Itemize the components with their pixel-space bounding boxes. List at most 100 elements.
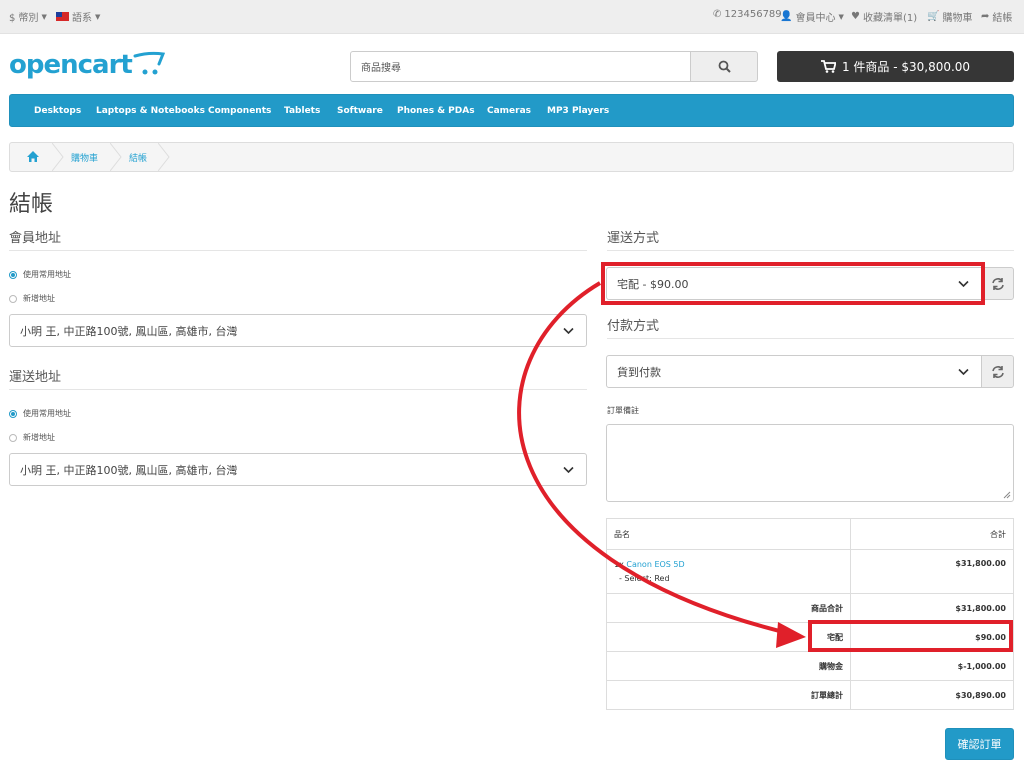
radio-unchecked[interactable]: [9, 294, 17, 303]
account-label: 會員中心: [795, 13, 836, 24]
subtotal-value: $31,800.00: [850, 593, 1014, 623]
nav-item-mp3[interactable]: MP3 Players: [547, 106, 609, 116]
breadcrumb-separator: [158, 143, 170, 171]
table-row: 購物金 $-1,000.00: [606, 651, 1014, 681]
option-label: 使用常用地址: [23, 270, 71, 279]
chevron-down-icon: [563, 466, 574, 474]
option-label: 使用常用地址: [23, 409, 71, 418]
table-header-product: 品名: [606, 518, 851, 550]
payment-method-refresh-button[interactable]: [981, 355, 1014, 388]
table-row: 1x Canon EOS 5D - Select: Red $31,800.00: [606, 549, 1014, 594]
caret-down-icon: ▼: [838, 12, 844, 21]
currency-label: $ 幣別: [9, 13, 39, 24]
order-comment-label: 訂單備註: [607, 406, 639, 415]
phone-icon: ✆: [713, 9, 722, 20]
divider: [607, 250, 1014, 251]
chevron-down-icon: [958, 368, 969, 376]
shipping-address-existing-option[interactable]: 使用常用地址: [9, 408, 71, 419]
nav-item-desktops[interactable]: Desktops: [34, 106, 81, 116]
divider: [607, 338, 1014, 339]
cart-link[interactable]: 🛒 購物車: [927, 9, 972, 24]
search-placeholder: 商品搜尋: [361, 63, 401, 74]
refresh-icon: [991, 277, 1004, 290]
credit-value: $-1,000.00: [850, 651, 1014, 681]
product-qty: 1x: [614, 559, 624, 569]
breadcrumb-separator: [110, 143, 122, 171]
search-button[interactable]: [690, 51, 758, 82]
select-value: 小明 王, 中正路100號, 鳳山區, 高雄市, 台灣: [20, 324, 238, 338]
radio-unchecked[interactable]: [9, 433, 17, 442]
logo-cart-icon: [133, 51, 165, 75]
breadcrumb-checkout[interactable]: 結帳: [129, 151, 147, 164]
divider: [9, 389, 587, 390]
heart-icon: ♥: [851, 11, 860, 22]
subtotal-label: 商品合計: [606, 593, 851, 623]
radio-checked[interactable]: [9, 270, 17, 279]
grand-total-label: 訂單總計: [606, 680, 851, 710]
product-cell: 1x Canon EOS 5D - Select: Red: [606, 549, 851, 594]
nav-item-tablets[interactable]: Tablets: [284, 106, 320, 116]
home-icon[interactable]: [26, 150, 40, 163]
select-value: 小明 王, 中正路100號, 鳳山區, 高雄市, 台灣: [20, 463, 238, 477]
divider: [9, 250, 587, 251]
table-row: 訂單總計 $30,890.00: [606, 680, 1014, 710]
page-title: 結帳: [9, 192, 54, 217]
product-link[interactable]: Canon EOS 5D: [626, 560, 684, 569]
payment-address-existing-option[interactable]: 使用常用地址: [9, 269, 71, 280]
select-value: 貨到付款: [617, 365, 661, 379]
credit-label: 購物金: [606, 651, 851, 681]
share-icon: ➦: [981, 11, 990, 22]
grand-total-value: $30,890.00: [850, 680, 1014, 710]
confirm-order-button[interactable]: 確認訂單: [945, 728, 1014, 760]
table-header-total: 合計: [850, 518, 1014, 550]
table-row: 商品合計 $31,800.00: [606, 593, 1014, 623]
language-dropdown[interactable]: 語系 ▼: [56, 9, 100, 24]
shipping-address-new-option[interactable]: 新增地址: [9, 432, 55, 443]
product-total: $31,800.00: [850, 549, 1014, 594]
nav-item-phones[interactable]: Phones & PDAs: [397, 106, 475, 116]
shipping-address-title: 運送地址: [9, 370, 62, 385]
user-icon: 👤: [780, 11, 793, 22]
payment-address-title: 會員地址: [9, 231, 62, 246]
product-option: - Select: Red: [619, 573, 670, 583]
resize-handle-icon[interactable]: [1003, 491, 1011, 499]
currency-dropdown[interactable]: $ 幣別 ▼: [9, 9, 47, 25]
checkout-label: 結帳: [992, 13, 1013, 24]
logo[interactable]: opencart: [9, 50, 133, 80]
payment-address-select[interactable]: 小明 王, 中正路100號, 鳳山區, 高雄市, 台灣: [9, 314, 587, 347]
caret-down-icon: ▼: [41, 12, 47, 21]
phone-number: 123456789: [724, 9, 782, 20]
search-icon: [718, 60, 731, 73]
annotation-highlight-shipping-total: [808, 620, 1013, 652]
order-comment-textarea[interactable]: [606, 424, 1014, 502]
breadcrumb-cart[interactable]: 購物車: [71, 151, 98, 164]
shipping-method-refresh-button[interactable]: [981, 267, 1014, 300]
nav-item-cameras[interactable]: Cameras: [487, 106, 531, 116]
checkout-link[interactable]: ➦ 結帳: [981, 9, 1012, 24]
shipping-address-select[interactable]: 小明 王, 中正路100號, 鳳山區, 高雄市, 台灣: [9, 453, 587, 486]
wishlist-link[interactable]: ♥ 收藏清單(1): [851, 9, 917, 24]
annotation-highlight-shipping-method: [601, 262, 985, 305]
nav-item-laptops[interactable]: Laptops & Notebooks: [96, 106, 205, 116]
account-dropdown[interactable]: 👤 會員中心 ▼: [780, 9, 844, 24]
breadcrumb: 購物車 結帳: [9, 142, 1014, 172]
wishlist-label: 收藏清單(1): [862, 13, 918, 24]
nav-item-software[interactable]: Software: [337, 106, 383, 116]
search-input[interactable]: 商品搜尋: [350, 51, 691, 82]
cart-icon: 🛒: [927, 11, 940, 22]
payment-method-select[interactable]: 貨到付款: [606, 355, 982, 388]
radio-checked[interactable]: [9, 409, 17, 418]
cart-icon: [820, 60, 836, 73]
cart-summary-button[interactable]: 1 件商品 - $30,800.00: [777, 51, 1014, 82]
cart-summary-text: 1 件商品 - $30,800.00: [841, 60, 971, 74]
payment-method-title: 付款方式: [607, 319, 660, 334]
phone-link[interactable]: ✆ 123456789: [713, 9, 782, 20]
table-header-row: 品名 合計: [606, 518, 1014, 550]
main-nav: Desktops Laptops & Notebooks Components …: [9, 94, 1014, 127]
option-label: 新增地址: [23, 294, 55, 303]
breadcrumb-separator: [52, 143, 64, 171]
top-bar: $ 幣別 ▼ 語系 ▼ ✆ 123456789 👤 會員中心 ▼ ♥ 收藏清單(1) …: [0, 0, 1024, 34]
nav-item-components[interactable]: Components: [208, 106, 271, 116]
payment-address-new-option[interactable]: 新增地址: [9, 293, 55, 304]
chevron-down-icon: [563, 327, 574, 335]
